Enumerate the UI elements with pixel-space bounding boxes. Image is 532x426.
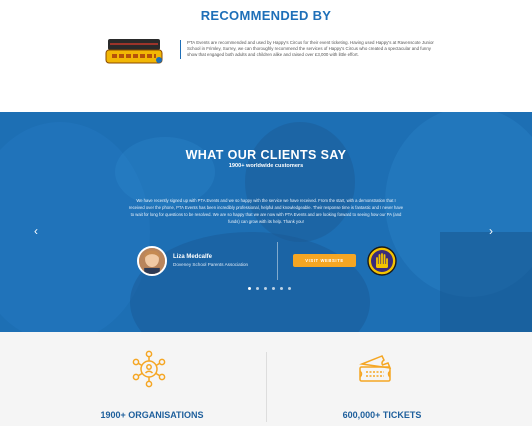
- title-bold: CLIENTS SAY: [260, 148, 347, 162]
- avatar: [137, 246, 167, 276]
- stats-section: 1900+ ORGANISATIONS 600,000+ TICKETS: [0, 332, 532, 426]
- carousel-dot[interactable]: [264, 287, 267, 290]
- carousel-dot[interactable]: [248, 287, 251, 290]
- divider: [277, 242, 278, 280]
- testimonials-title: WHAT OUR CLIENTS SAY: [0, 148, 532, 162]
- carousel-dot[interactable]: [272, 287, 275, 290]
- organisations-stat: 1900+ ORGANISATIONS: [100, 410, 204, 420]
- carousel-dot[interactable]: [288, 287, 291, 290]
- person-name: Liza Medcalfe: [173, 254, 213, 260]
- carousel-dot[interactable]: [256, 287, 259, 290]
- visit-website-button[interactable]: VISIT WEBSITE: [293, 254, 356, 267]
- chevron-right-icon[interactable]: ›: [489, 224, 493, 238]
- chevron-left-icon[interactable]: ‹: [34, 224, 38, 238]
- testimonials-section: WHAT OUR CLIENTS SAY 1900+ worldwide cus…: [0, 112, 532, 332]
- stats-divider: [266, 352, 267, 422]
- testimonial-quote: We have recently signed up with PTA Even…: [128, 198, 404, 224]
- client-school-logo: [367, 246, 397, 276]
- tickets-stat: 600,000+ TICKETS: [342, 410, 422, 420]
- customers-count-subtitle: 1900+ worldwide customers: [228, 163, 304, 169]
- carousel-dots: [248, 287, 291, 290]
- title-light: WHAT OUR: [185, 148, 261, 162]
- recommended-section: RECOMMENDED BY PTA Events are recommende…: [0, 0, 532, 112]
- happys-circus-logo: [104, 36, 164, 66]
- tickets-icon: [359, 355, 392, 382]
- recommendation-text: PTA Events are recommended and used by H…: [180, 40, 435, 59]
- network-people-icon: [132, 350, 166, 388]
- person-organisation: Doveney School Parents Association: [173, 262, 249, 267]
- recommended-title: RECOMMENDED BY: [200, 8, 332, 23]
- carousel-dot[interactable]: [280, 287, 283, 290]
